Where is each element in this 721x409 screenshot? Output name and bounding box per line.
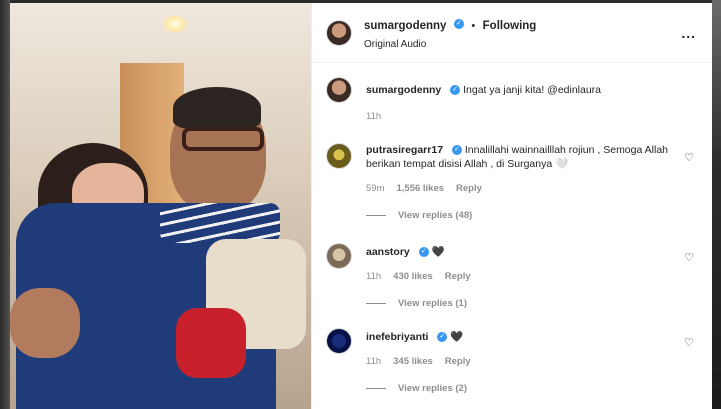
comment-body: putrasiregarr17 ✓ Innalillahi wainnailll… — [366, 143, 692, 221]
audio-label[interactable]: Original Audio — [364, 39, 536, 50]
verified-badge-icon: ✓ — [450, 85, 461, 96]
reply-button[interactable]: Reply — [445, 356, 471, 367]
comment-item: inefebriyanti ✓ 🖤 11h 345 likes Reply Vi… — [326, 328, 698, 400]
comment-item: aanstory ✓ 🖤 11h 430 likes Reply View re… — [326, 243, 698, 315]
caption-body: sumargodenny ✓ Ingat ya janji kita! @edi… — [366, 77, 692, 122]
comment-text: 🖤 — [431, 246, 445, 258]
caption-avatar[interactable] — [326, 77, 352, 103]
comment-time: 59m — [366, 183, 385, 194]
comment-likes[interactable]: 345 likes — [393, 356, 433, 367]
comment-text: 🖤 — [450, 331, 464, 343]
caption-text: Ingat ya janji kita! @edinlaura — [463, 84, 602, 96]
comments-list: sumargodenny ✓ Ingat ya janji kita! @edi… — [312, 63, 712, 409]
comment-likes[interactable]: 430 likes — [393, 271, 433, 282]
comment-body: inefebriyanti ✓ 🖤 11h 345 likes Reply Vi… — [366, 328, 692, 394]
caption: sumargodenny ✓ Ingat ya janji kita! @edi… — [326, 77, 698, 133]
comment-time: 11h — [366, 271, 382, 282]
heart-outline-icon[interactable]: ♡ — [684, 151, 694, 164]
backdrop-edge — [712, 0, 721, 409]
reply-button[interactable]: Reply — [445, 271, 471, 282]
following-button[interactable]: Following — [483, 20, 537, 32]
instagram-post-modal: sumargodenny ✓ • Following Original Audi… — [10, 3, 712, 409]
verified-badge-icon: ✓ — [453, 19, 464, 30]
post-sidebar: sumargodenny ✓ • Following Original Audi… — [311, 3, 712, 409]
view-replies[interactable]: View replies (48) — [366, 210, 692, 221]
comment-likes[interactable]: 1,556 likes — [396, 183, 444, 194]
view-replies-label: View replies (1) — [398, 298, 467, 309]
view-replies[interactable]: View replies (2) — [366, 383, 692, 394]
comment-body: aanstory ✓ 🖤 11h 430 likes Reply View re… — [366, 243, 692, 309]
view-replies-label: View replies (48) — [398, 210, 473, 221]
comment-avatar[interactable] — [326, 243, 352, 269]
comment-username[interactable]: putrasiregarr17 — [366, 144, 443, 156]
author-username[interactable]: sumargodenny — [364, 20, 446, 32]
man-glasses — [182, 127, 264, 151]
red-object — [176, 308, 246, 378]
verified-badge-icon: ✓ — [451, 145, 462, 156]
replies-line — [366, 388, 386, 389]
arm — [10, 288, 80, 358]
comment-username[interactable]: aanstory — [366, 246, 410, 258]
heart-outline-icon[interactable]: ♡ — [684, 336, 694, 349]
replies-line — [366, 303, 386, 304]
verified-badge-icon: ✓ — [418, 247, 429, 258]
heart-outline-icon[interactable]: ♡ — [684, 251, 694, 264]
ceiling-lamp — [162, 15, 188, 33]
post-video[interactable] — [10, 3, 311, 409]
author-avatar[interactable] — [326, 19, 352, 46]
comment-username[interactable]: inefebriyanti — [366, 331, 428, 343]
replies-line — [366, 215, 386, 216]
verified-badge-icon: ✓ — [437, 332, 448, 343]
comment-avatar[interactable] — [326, 328, 352, 354]
comment-item: putrasiregarr17 ✓ Innalillahi wainnailll… — [326, 143, 698, 229]
jacket-stripes — [160, 203, 280, 243]
reply-button[interactable]: Reply — [456, 183, 482, 194]
man-hair — [173, 87, 261, 129]
comment-time: 11h — [366, 356, 382, 367]
view-replies[interactable]: View replies (1) — [366, 298, 692, 309]
author-meta: sumargodenny ✓ • Following Original Audi… — [364, 16, 536, 50]
more-options-icon[interactable]: ... — [681, 25, 696, 41]
comment-avatar[interactable] — [326, 143, 352, 169]
view-replies-label: View replies (2) — [398, 383, 467, 394]
caption-username[interactable]: sumargodenny — [366, 84, 441, 96]
post-header: sumargodenny ✓ • Following Original Audi… — [312, 3, 712, 63]
caption-time: 11h — [366, 111, 382, 122]
separator-dot: • — [471, 19, 476, 32]
